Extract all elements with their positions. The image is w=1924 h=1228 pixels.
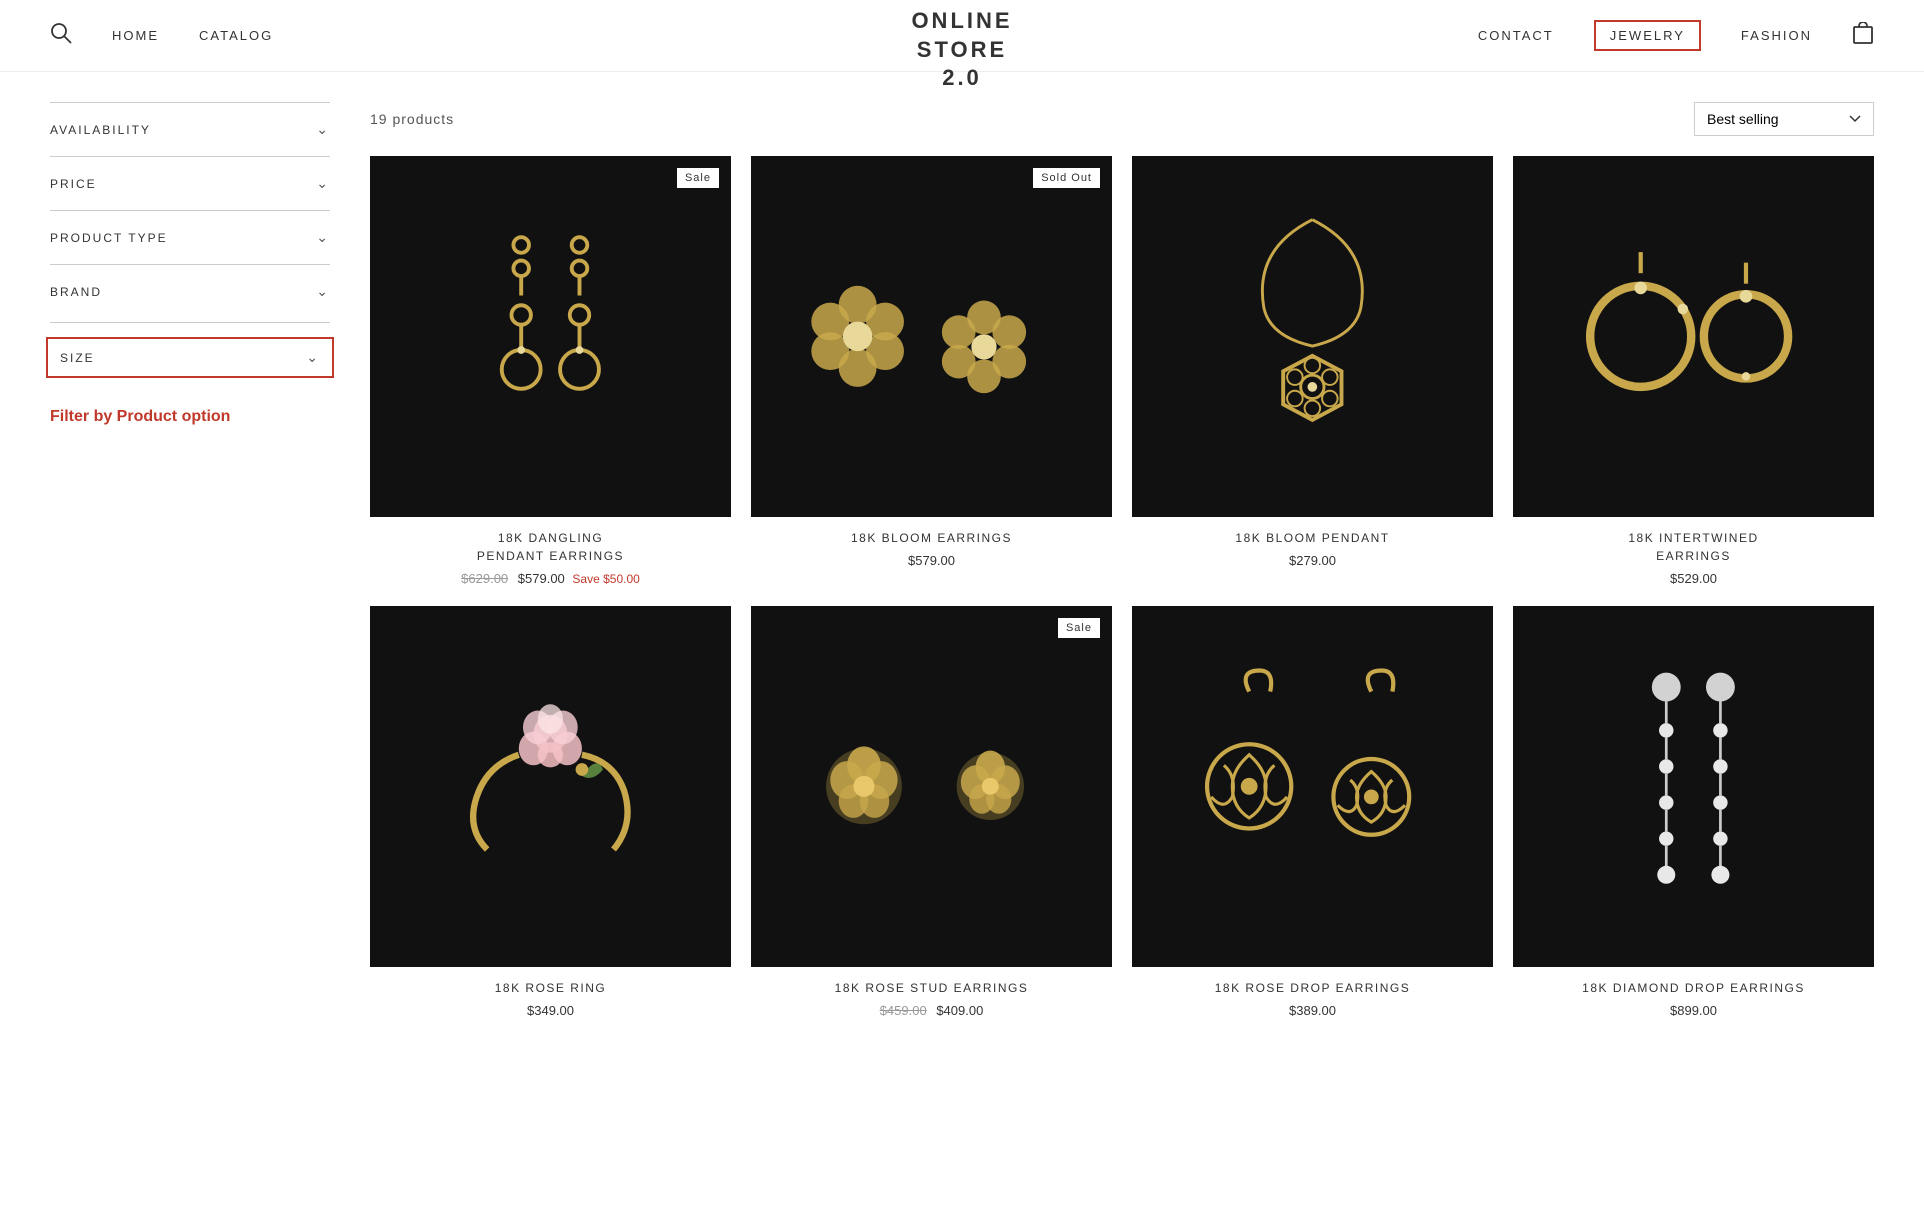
price-original: $459.00 bbox=[880, 1003, 927, 1018]
product-image bbox=[1132, 606, 1493, 967]
product-card[interactable]: 18K BLOOM PENDANT $279.00 bbox=[1132, 156, 1493, 586]
product-card[interactable]: Sale 18K ROSE STUD EARRINGS $459.00 $409… bbox=[751, 606, 1112, 1018]
left-nav: HOME CATALOG bbox=[112, 28, 273, 43]
right-nav: CONTACT JEWELRY FASHION bbox=[1478, 20, 1812, 51]
price-sale: $409.00 bbox=[936, 1003, 983, 1018]
product-name: 18K BLOOM EARRINGS bbox=[751, 529, 1112, 547]
nav-home[interactable]: HOME bbox=[112, 28, 159, 43]
product-image bbox=[1513, 156, 1874, 517]
cart-button[interactable] bbox=[1852, 22, 1874, 50]
product-name: 18K INTERTWINEDEARRINGS bbox=[1513, 529, 1874, 565]
filter-price-label: PRICE bbox=[50, 177, 97, 191]
filter-size-label: SIZE bbox=[60, 351, 95, 365]
product-name: 18K DANGLINGPENDANT EARRINGS bbox=[370, 529, 731, 565]
product-badge-sold-out: Sold Out bbox=[1033, 168, 1100, 188]
filter-product-type: PRODUCT TYPE ⌄ bbox=[50, 210, 330, 264]
product-grid: Sale 18K DANGLINGPENDANT EARRINGS $629.0… bbox=[370, 156, 1874, 1018]
product-image bbox=[1513, 606, 1874, 967]
site-logo: ELLIE ONLINE STORE 2.0 bbox=[911, 0, 1012, 93]
product-image-placeholder bbox=[1513, 156, 1874, 517]
filter-brand-label: BRAND bbox=[50, 285, 102, 299]
filter-product-type-label: PRODUCT TYPE bbox=[50, 231, 168, 245]
product-image-placeholder bbox=[370, 156, 731, 517]
chevron-down-icon: ⌄ bbox=[316, 175, 330, 192]
price-save: Save $50.00 bbox=[572, 572, 639, 586]
price-regular: $389.00 bbox=[1289, 1003, 1336, 1018]
product-image: Sold Out bbox=[751, 156, 1112, 517]
sort-select[interactable]: Best selling Price: Low to High Price: H… bbox=[1694, 102, 1874, 136]
nav-catalog[interactable]: CATALOG bbox=[199, 28, 273, 43]
filter-availability-header[interactable]: AVAILABILITY ⌄ bbox=[50, 121, 330, 138]
filter-size: SIZE ⌄ bbox=[50, 322, 330, 392]
product-image bbox=[370, 606, 731, 967]
product-card[interactable]: 18K INTERTWINEDEARRINGS $529.00 bbox=[1513, 156, 1874, 586]
product-price: $529.00 bbox=[1513, 571, 1874, 586]
price-regular: $579.00 bbox=[908, 553, 955, 568]
product-name: 18K BLOOM PENDANT bbox=[1132, 529, 1493, 547]
filter-brand-header[interactable]: BRAND ⌄ bbox=[50, 283, 330, 300]
filter-availability-label: AVAILABILITY bbox=[50, 123, 151, 137]
product-card[interactable]: 18K DIAMOND DROP EARRINGS $899.00 bbox=[1513, 606, 1874, 1018]
filter-price: PRICE ⌄ bbox=[50, 156, 330, 210]
price-regular: $349.00 bbox=[527, 1003, 574, 1018]
product-card[interactable]: 18K ROSE RING $349.00 bbox=[370, 606, 731, 1018]
product-image-placeholder bbox=[370, 606, 731, 967]
products-top-bar: 19 products Best selling Price: Low to H… bbox=[370, 102, 1874, 136]
product-price: $899.00 bbox=[1513, 1003, 1874, 1018]
product-image: Sale bbox=[370, 156, 731, 517]
product-price: $459.00 $409.00 bbox=[751, 1003, 1112, 1018]
main-container: AVAILABILITY ⌄ PRICE ⌄ PRODUCT TYPE ⌄ BR… bbox=[0, 72, 1924, 1048]
filter-price-header[interactable]: PRICE ⌄ bbox=[50, 175, 330, 192]
product-badge-sale: Sale bbox=[677, 168, 719, 188]
product-card[interactable]: Sold Out 18K BLOOM EARRINGS $579.00 bbox=[751, 156, 1112, 586]
product-price: $629.00 $579.00 Save $50.00 bbox=[370, 571, 731, 586]
products-area: 19 products Best selling Price: Low to H… bbox=[370, 102, 1874, 1018]
price-regular: $899.00 bbox=[1670, 1003, 1717, 1018]
price-regular: $529.00 bbox=[1670, 571, 1717, 586]
filter-availability: AVAILABILITY ⌄ bbox=[50, 102, 330, 156]
products-count: 19 products bbox=[370, 111, 454, 127]
filter-by-product-option: Filter by Product option bbox=[50, 408, 330, 426]
product-image-placeholder bbox=[1132, 606, 1493, 967]
chevron-down-icon: ⌄ bbox=[316, 229, 330, 246]
price-sale: $579.00 bbox=[518, 571, 565, 586]
filter-brand: BRAND ⌄ bbox=[50, 264, 330, 318]
header: HOME CATALOG ELLIE ONLINE STORE 2.0 CONT… bbox=[0, 0, 1924, 72]
product-price: $349.00 bbox=[370, 1003, 731, 1018]
product-image-placeholder bbox=[751, 156, 1112, 517]
sidebar: AVAILABILITY ⌄ PRICE ⌄ PRODUCT TYPE ⌄ BR… bbox=[50, 102, 330, 1018]
filter-product-type-header[interactable]: PRODUCT TYPE ⌄ bbox=[50, 229, 330, 246]
chevron-down-icon: ⌄ bbox=[316, 121, 330, 138]
product-price: $579.00 bbox=[751, 553, 1112, 568]
product-card[interactable]: 18K ROSE DROP EARRINGS $389.00 bbox=[1132, 606, 1493, 1018]
chevron-down-icon: ⌄ bbox=[316, 283, 330, 300]
product-image-placeholder bbox=[1513, 606, 1874, 967]
header-left-nav: HOME CATALOG bbox=[50, 22, 273, 50]
nav-fashion[interactable]: FASHION bbox=[1741, 28, 1812, 43]
nav-contact[interactable]: CONTACT bbox=[1478, 28, 1554, 43]
product-name: 18K ROSE STUD EARRINGS bbox=[751, 979, 1112, 997]
product-name: 18K ROSE DROP EARRINGS bbox=[1132, 979, 1493, 997]
chevron-down-icon: ⌄ bbox=[306, 349, 320, 366]
nav-jewelry[interactable]: JEWELRY bbox=[1594, 20, 1701, 51]
product-price: $279.00 bbox=[1132, 553, 1493, 568]
product-image: Sale bbox=[751, 606, 1112, 967]
product-price: $389.00 bbox=[1132, 1003, 1493, 1018]
price-regular: $279.00 bbox=[1289, 553, 1336, 568]
price-original: $629.00 bbox=[461, 571, 508, 586]
search-button[interactable] bbox=[50, 22, 72, 50]
product-image-placeholder bbox=[751, 606, 1112, 967]
filter-size-header[interactable]: SIZE ⌄ bbox=[46, 337, 334, 378]
product-image-placeholder bbox=[1132, 156, 1493, 517]
product-image bbox=[1132, 156, 1493, 517]
product-badge-sale: Sale bbox=[1058, 618, 1100, 638]
product-name: 18K ROSE RING bbox=[370, 979, 731, 997]
product-card[interactable]: Sale 18K DANGLINGPENDANT EARRINGS $629.0… bbox=[370, 156, 731, 586]
product-name: 18K DIAMOND DROP EARRINGS bbox=[1513, 979, 1874, 997]
